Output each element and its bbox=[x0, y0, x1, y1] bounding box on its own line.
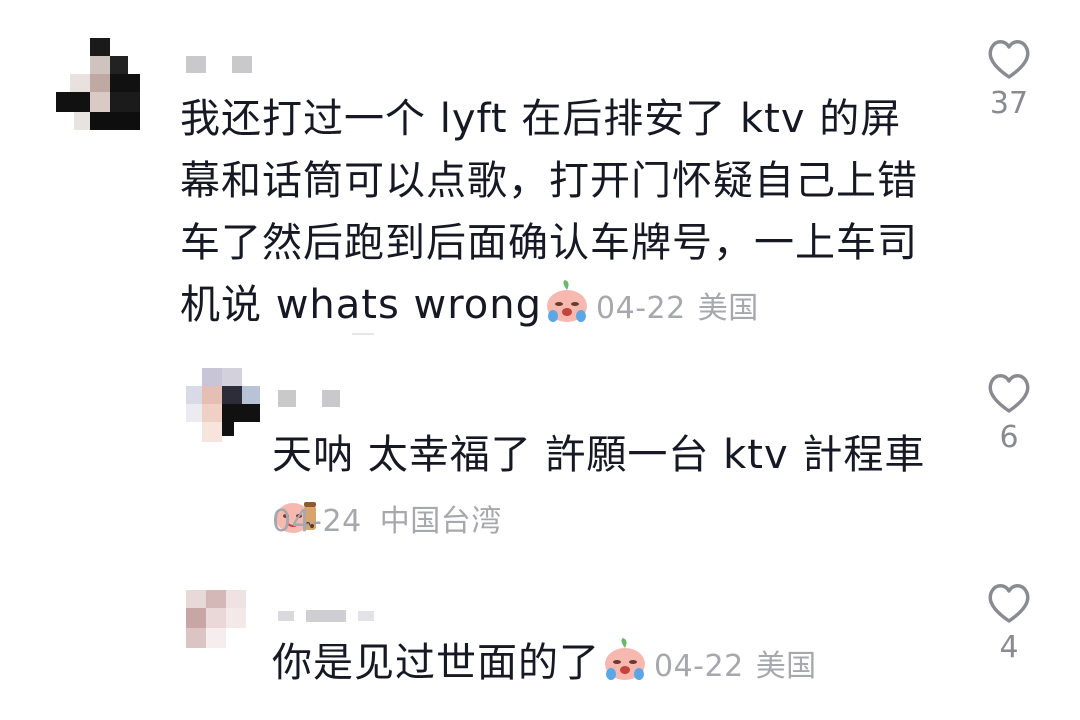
crying-peach-emoji-icon bbox=[605, 638, 645, 680]
comment-location: 中国台湾 bbox=[379, 504, 502, 539]
avatar[interactable] bbox=[56, 38, 142, 130]
like-count: 37 bbox=[989, 86, 1029, 121]
comment-location: 美国 bbox=[697, 291, 759, 326]
like-button[interactable]: 6 bbox=[969, 372, 1049, 455]
like-button[interactable]: 4 bbox=[969, 582, 1049, 665]
username-redacted[interactable] bbox=[186, 56, 252, 73]
comment-body: 天呐 太幸福了 許願一台 ktv 計程車 bbox=[272, 432, 926, 478]
username-redacted[interactable] bbox=[278, 390, 340, 407]
heart-outline-icon bbox=[988, 40, 1030, 79]
like-count: 6 bbox=[999, 420, 1019, 455]
reply-item: 你是见过世面的了 04-22 美国 4 bbox=[0, 570, 1080, 720]
crying-peach-emoji-icon bbox=[547, 280, 588, 322]
comment-body: 你是见过世面的了 bbox=[272, 640, 600, 686]
heart-outline-icon bbox=[988, 584, 1030, 623]
username-redacted[interactable] bbox=[278, 610, 374, 622]
comment-meta: 04-24 中国台湾 bbox=[272, 496, 502, 540]
avatar[interactable] bbox=[186, 590, 248, 652]
comment-date: 04-22 bbox=[596, 291, 686, 326]
comment-location: 美国 bbox=[755, 649, 817, 684]
comment-text: 我还打过一个 lyft 在后排安了 ktv 的屏幕和话筒可以点歌，打开门怀疑自己… bbox=[180, 88, 940, 340]
heart-outline-icon bbox=[988, 374, 1030, 413]
comment-date: 04-22 bbox=[654, 649, 744, 684]
comment-date: 04-24 bbox=[272, 504, 362, 539]
avatar[interactable] bbox=[186, 368, 260, 442]
like-count: 4 bbox=[999, 630, 1019, 665]
collapse-handle bbox=[352, 333, 374, 335]
reply-item: 天呐 太幸福了 許願一台 ktv 計程車 04-24 中国台湾 6 bbox=[0, 340, 1080, 540]
like-button[interactable]: 37 bbox=[969, 38, 1049, 121]
comment-text: 你是见过世面的了 04-22 美国 bbox=[272, 632, 952, 698]
comment-item: 我还打过一个 lyft 在后排安了 ktv 的屏幕和话筒可以点歌，打开门怀疑自己… bbox=[0, 0, 1080, 340]
